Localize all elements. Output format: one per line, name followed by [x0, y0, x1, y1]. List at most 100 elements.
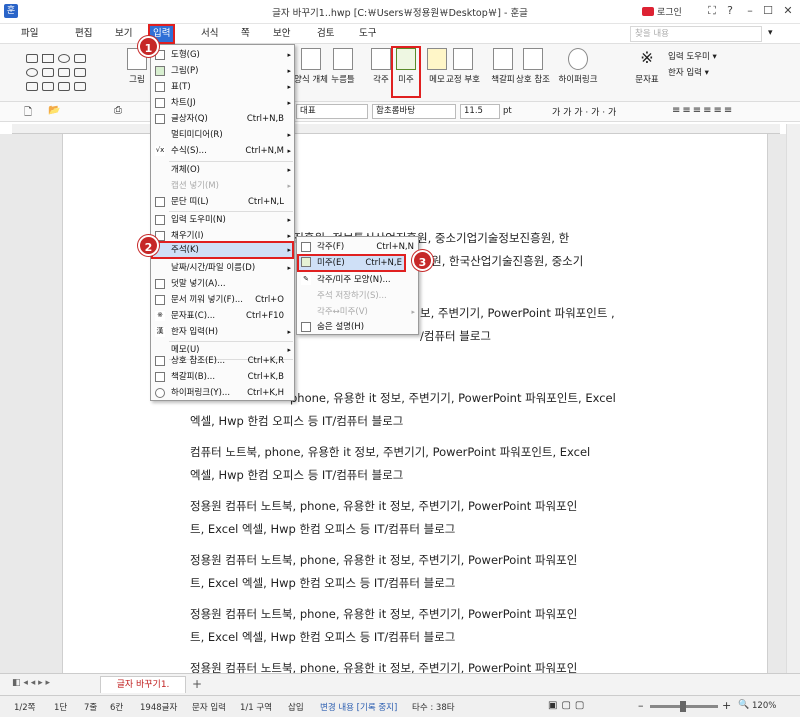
- font-size-unit[interactable]: pt: [503, 106, 512, 116]
- menu-item-crossref[interactable]: 상호 참조(E)... Ctrl+K,R: [151, 353, 294, 369]
- menu-tools[interactable]: 도구: [356, 26, 379, 42]
- menu-item-multimedia[interactable]: 멀티미디어(R) ▸: [151, 127, 294, 143]
- zoom-slider[interactable]: [650, 701, 718, 712]
- menu-item-ruby-text[interactable]: 덧말 넣기(A)...: [151, 276, 294, 292]
- help-icon[interactable]: ?: [722, 3, 738, 19]
- menu-review[interactable]: 검토: [314, 26, 337, 42]
- login-link[interactable]: 로그인: [642, 5, 682, 18]
- style-select[interactable]: 대표: [296, 104, 368, 119]
- status-page[interactable]: 1/2쪽: [14, 701, 36, 713]
- insert-doc-icon: [155, 295, 165, 305]
- menu-item-textbox[interactable]: 글상자(Q) Ctrl+N,B: [151, 111, 294, 127]
- submenu-item-note-shape[interactable]: ✎ 각주/미주 모양(N)...: [297, 272, 418, 288]
- status-track-changes[interactable]: 변경 내용 [기록 중지]: [320, 701, 397, 713]
- menu-item-shape[interactable]: 도형(G) ▸: [151, 47, 294, 63]
- menu-item-hanja-input[interactable]: 漢 한자 입력(H) ▸: [151, 324, 294, 340]
- menu-item-formula[interactable]: √x 수식(S)... Ctrl+N,M ▸: [151, 143, 294, 159]
- doc-paragraph-line: 엑셀, Hwp 한컴 오피스 등 IT/컴퓨터 블로그: [190, 468, 404, 482]
- submenu-item-footnote[interactable]: 각주(F) Ctrl+N,N: [297, 239, 418, 255]
- font-size-input[interactable]: 11.5: [460, 104, 500, 119]
- menu-page[interactable]: 쪽: [238, 26, 253, 42]
- shape-curve-icon: [42, 68, 54, 77]
- shape-connector-icon: [74, 68, 86, 77]
- new-doc-icon[interactable]: 🗋: [24, 105, 32, 122]
- ribbon-field-button[interactable]: 누름틀: [326, 48, 360, 98]
- menu-item-object[interactable]: 개체(O) ▸: [151, 162, 294, 178]
- char-format-icons[interactable]: 가 가 가 · 가 · 가: [552, 105, 616, 118]
- input-dropdown-menu: 도형(G) ▸ 그림(P) ▸ 표(T) ▸ 차트(J) ▸ 글상자(Q) Ctrl+N,…: [150, 44, 295, 401]
- tab-document[interactable]: 글자 바꾸기1.: [100, 676, 186, 693]
- hyperlink-icon: [155, 388, 165, 398]
- status-line: 7줄: [84, 703, 98, 713]
- ribbon-form-object-button[interactable]: 양식 개체: [294, 48, 328, 98]
- zoom-out-icon[interactable]: –: [638, 699, 644, 712]
- ribbon-input-helper[interactable]: 입력 도우미 ▾: [668, 50, 717, 62]
- ribbon-symbol-button[interactable]: ※ 문자표: [630, 48, 664, 98]
- ribbon-hyperlink-button[interactable]: 하이퍼링크: [552, 48, 604, 98]
- submenu-item-save-notes: 주석 저장하기(S)...: [317, 291, 387, 301]
- menu-item-date-time-filename[interactable]: 날짜/시간/파일 이름(D) ▸: [151, 260, 294, 276]
- menu-item-chart[interactable]: 차트(J) ▸: [151, 95, 294, 111]
- endnote-icon: [301, 257, 311, 267]
- status-typing-speed: 타수 : 38타: [412, 703, 455, 713]
- ruby-text-icon: [155, 279, 165, 289]
- maximize-button[interactable]: ☐: [760, 3, 776, 19]
- footnote-icon: [371, 48, 391, 70]
- font-select[interactable]: 함초롬바탕: [372, 104, 456, 119]
- bookmark-icon: [493, 48, 513, 70]
- shapes-gallery[interactable]: [22, 50, 110, 94]
- doc-paragraph-line: 정용원 컴퓨터 노트북, phone, 유용한 it 정보, 주변기기, Pow…: [190, 661, 578, 673]
- ribbon-toolbar: 그림 양식 개체 누름틀 각주 미주 메모 교정 부호 책갈피 상호 참조 하이…: [0, 44, 800, 102]
- shape-square-icon: [42, 54, 54, 63]
- menu-item-insert-document[interactable]: 문서 끼워 넣기(F)... Ctrl+O: [151, 292, 294, 308]
- field-icon: [333, 48, 353, 70]
- horizontal-ruler[interactable]: [12, 124, 780, 134]
- zoom-slider-thumb: [680, 701, 686, 712]
- menu-item-picture[interactable]: 그림(P) ▸: [151, 63, 294, 79]
- menu-file[interactable]: 파일: [18, 26, 41, 42]
- menu-security[interactable]: 보안: [270, 26, 293, 42]
- doc-paragraph-line: 트, Excel 엑셀, Hwp 한컴 오피스 등 IT/컴퓨터 블로그: [190, 576, 456, 590]
- align-icons[interactable]: ≡≡≡≡≡≡: [672, 105, 734, 116]
- search-dropdown-icon[interactable]: ▾: [768, 28, 773, 38]
- menu-format[interactable]: 서식: [198, 26, 221, 42]
- menu-item-paragraph-band[interactable]: 문단 띠(L) Ctrl+N,L: [151, 194, 294, 210]
- close-button[interactable]: ✕: [780, 3, 796, 19]
- menu-view[interactable]: 보기: [112, 26, 135, 42]
- menu-edit[interactable]: 편집: [72, 26, 95, 42]
- ribbon-endnote-button[interactable]: 미주: [391, 46, 421, 98]
- menu-item-table[interactable]: 표(T) ▸: [151, 79, 294, 95]
- print-icon[interactable]: ⎙: [114, 105, 122, 116]
- vertical-scrollbar[interactable]: [786, 124, 800, 673]
- menu-item-caption: 캡션 넣기(M) ▸: [171, 181, 291, 191]
- document-tab-bar: ◧ ◂ ◂ ▸ ▸ 글자 바꾸기1. +: [0, 673, 800, 695]
- zoom-icon[interactable]: 🔍: [738, 700, 749, 710]
- search-input[interactable]: 찾을 내용: [630, 26, 762, 42]
- menu-item-symbol[interactable]: ※ 문자표(C)... Ctrl+F10: [151, 308, 294, 324]
- zoom-in-icon[interactable]: +: [722, 699, 731, 712]
- doc-paragraph-line: phone, 유용한 it 정보, 주변기기, PowerPoint 파워포인트…: [290, 391, 616, 405]
- ribbon-hanja-input[interactable]: 한자 입력 ▾: [668, 66, 709, 78]
- menu-item-input-helper[interactable]: 입력 도우미(N) ▸: [151, 212, 294, 228]
- step-badge: 3: [412, 250, 433, 271]
- step-badge: 2: [138, 235, 159, 256]
- fullscreen-icon[interactable]: ⛶: [704, 3, 720, 19]
- ribbon-proofreading-button[interactable]: 교정 부호: [446, 48, 480, 98]
- annotation-submenu: 각주(F) Ctrl+N,N 미주(E) Ctrl+N,E ✎ 각주/미주 모양(N)…: [296, 236, 419, 335]
- menu-item-hyperlink[interactable]: 하이퍼링크(Y)... Ctrl+K,H: [151, 385, 294, 401]
- doc-partial-line: 진흥원, 한국산업기술진흥원, 중소기: [410, 254, 584, 268]
- ribbon-bookmark-button[interactable]: 책갈피: [486, 48, 520, 98]
- open-doc-icon[interactable]: 📂: [48, 105, 60, 116]
- tab-nav-icons[interactable]: ◧ ◂ ◂ ▸ ▸: [12, 678, 50, 688]
- add-tab-icon[interactable]: +: [192, 677, 202, 691]
- submenu-item-endnote[interactable]: 미주(E) Ctrl+N,E: [297, 254, 406, 272]
- minimize-button[interactable]: –: [742, 3, 758, 19]
- view-mode-icons[interactable]: ▣▢▢: [548, 700, 588, 711]
- status-insert[interactable]: 삽입: [288, 701, 304, 713]
- submenu-item-hidden-note[interactable]: 숨은 설명(H): [297, 319, 418, 335]
- status-zoom-level[interactable]: 120%: [752, 701, 776, 711]
- ribbon-crossref-button[interactable]: 상호 참조: [516, 48, 550, 98]
- picture-icon: [155, 66, 165, 76]
- menu-item-bookmark[interactable]: 책갈피(B)... Ctrl+K,B: [151, 369, 294, 385]
- menu-item-annotation[interactable]: 주석(K) ▸: [151, 241, 294, 259]
